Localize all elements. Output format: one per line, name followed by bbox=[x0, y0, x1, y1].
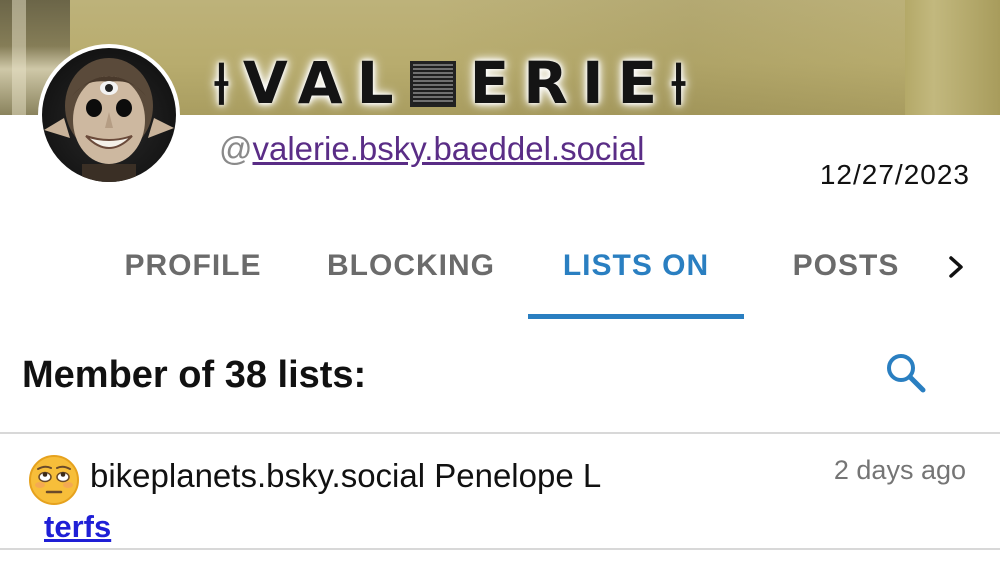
search-icon[interactable] bbox=[882, 350, 930, 394]
avatar-image bbox=[44, 58, 174, 182]
tab-blocking[interactable]: BLOCKING bbox=[316, 240, 506, 320]
tab-posts[interactable]: POSTS bbox=[778, 240, 914, 320]
active-tab-indicator bbox=[528, 314, 744, 319]
list-item[interactable]: bikeplanets.bsky.social Penelope L 2 day… bbox=[0, 436, 1000, 548]
lists-heading: Member of 38 lists: bbox=[22, 354, 367, 396]
list-owner[interactable]: bikeplanets.bsky.social Penelope L bbox=[90, 456, 601, 496]
profile-date: 12/27/2023 bbox=[819, 159, 970, 190]
list-name-link[interactable]: terfs bbox=[44, 508, 111, 546]
list-divider-top bbox=[0, 432, 1000, 434]
profile-display-name: ⟊VAL ERIE⟊ bbox=[214, 50, 700, 116]
chevron-right-icon[interactable] bbox=[942, 252, 970, 282]
profile-tabs: PROFILE BLOCKING LISTS ON POSTS bbox=[0, 240, 1000, 320]
display-name-box-glyph bbox=[409, 61, 456, 107]
handle-link[interactable]: valerie.bsky.baeddel.social bbox=[253, 130, 645, 167]
list-timestamp: 2 days ago bbox=[833, 455, 966, 485]
avatar[interactable] bbox=[38, 44, 180, 186]
face-with-rolling-eyes-icon bbox=[26, 452, 82, 508]
profile-handle: @valerie.bsky.baeddel.social bbox=[219, 130, 644, 168]
display-name-part-1: ⟊VAL bbox=[214, 49, 408, 117]
handle-prefix: @ bbox=[219, 130, 253, 167]
tab-lists-on[interactable]: LISTS ON bbox=[528, 240, 744, 320]
list-divider-bottom bbox=[0, 548, 1000, 550]
tab-profile[interactable]: PROFILE bbox=[112, 240, 274, 320]
display-name-part-2: ERIE⟊ bbox=[469, 49, 700, 117]
